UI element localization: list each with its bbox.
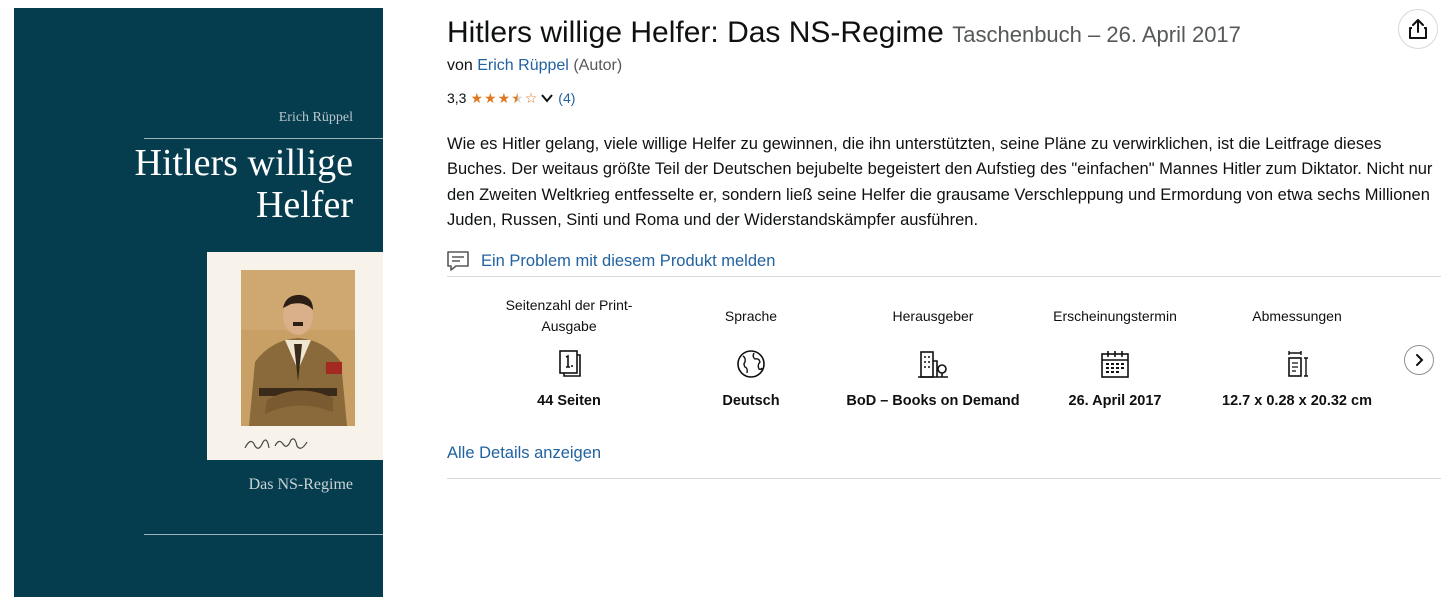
star-icon: ★ (497, 90, 511, 106)
attribute-value: 26. April 2017 (1068, 393, 1162, 409)
attribute-label: Abmessungen (1252, 307, 1342, 324)
share-button[interactable] (1398, 9, 1438, 49)
star-half-icon: ★ (511, 90, 524, 106)
star-icon: ★ (470, 90, 484, 106)
product-title-row: Hitlers willige Helfer: Das NS-Regime Ta… (447, 16, 1241, 50)
star-icon: ★ (484, 90, 497, 106)
star-empty-icon: ☆ (524, 90, 538, 106)
chevron-right-icon (1416, 354, 1424, 366)
report-problem-link[interactable]: Ein Problem mit diesem Produkt melden (481, 252, 775, 271)
divider (447, 276, 1441, 277)
attribute-dimensions[interactable]: Abmessungen 12.7 x 0.28 x 20.32 cm (1206, 292, 1388, 411)
rating-summary[interactable]: 3,3 ★ ★ ★ ★ ☆ (4) (447, 90, 575, 106)
cover-title: Hitlers willige Helfer (135, 142, 353, 226)
book-pages-icon (559, 350, 581, 377)
product-format: Taschenbuch – 26. April 2017 (952, 22, 1241, 47)
attribute-publication-date[interactable]: Erscheinungstermin 26. April 2017 (1024, 292, 1206, 411)
byline: von Erich Rüppel (Autor) (447, 57, 622, 75)
divider (447, 478, 1441, 479)
cover-title-line1: Hitlers willige (134, 142, 353, 184)
attribute-value: Deutsch (722, 393, 780, 409)
dimensions-icon (1288, 351, 1308, 377)
signature-image (244, 438, 308, 449)
show-all-details-link[interactable]: Alle Details anzeigen (447, 444, 601, 463)
attribute-value: 44 Seiten (537, 393, 601, 409)
attribute-label: Herausgeber (892, 307, 974, 324)
carousel-next-button[interactable] (1404, 345, 1434, 375)
attribute-label: Seitenzahl der Print-Ausgabe (505, 297, 633, 334)
globe-icon (737, 350, 765, 378)
attribute-label: Sprache (724, 307, 778, 324)
attribute-pages[interactable]: Seitenzahl der Print-Ausgabe 44 Seiten (478, 292, 660, 411)
building-icon (918, 351, 948, 378)
star-rating[interactable]: ★ ★ ★ ★ ☆ (470, 91, 538, 105)
cover-divider (144, 138, 383, 139)
attribute-value: BoD – Books on Demand (846, 393, 1020, 409)
calendar-icon (1101, 351, 1129, 378)
product-description: Wie es Hitler gelang, viele willige Helf… (447, 135, 1433, 229)
cover-title-line2: Helfer (255, 184, 353, 226)
chevron-down-icon[interactable] (540, 91, 554, 105)
attribute-value: 12.7 x 0.28 x 20.32 cm (1222, 393, 1372, 409)
byline-prefix: von (447, 57, 473, 74)
attribute-label: Erscheinungstermin (1053, 307, 1177, 324)
author-link[interactable]: Erich Rüppel (477, 57, 569, 74)
cover-portrait-photo (241, 270, 355, 426)
cover-subtitle: Das NS-Regime (248, 476, 353, 493)
cover-author: Erich Rüppel (278, 110, 353, 125)
attribute-language[interactable]: Sprache Deutsch (660, 292, 842, 411)
rating-count-link[interactable]: (4) (558, 90, 575, 106)
rating-value: 3,3 (447, 90, 467, 106)
book-cover-image[interactable]: Erich Rüppel Hitlers willige Helfer Das … (14, 8, 383, 597)
attribute-publisher[interactable]: Herausgeber BoD – Books on Demand (842, 292, 1024, 411)
share-icon (1409, 19, 1427, 39)
feedback-icon (447, 251, 469, 271)
cover-divider-bottom (144, 534, 383, 535)
author-role: (Autor) (573, 57, 623, 74)
product-title: Hitlers willige Helfer: Das NS-Regime (447, 16, 944, 49)
cover-photo-frame (207, 252, 383, 460)
report-problem[interactable]: Ein Problem mit diesem Produkt melden (446, 249, 775, 273)
